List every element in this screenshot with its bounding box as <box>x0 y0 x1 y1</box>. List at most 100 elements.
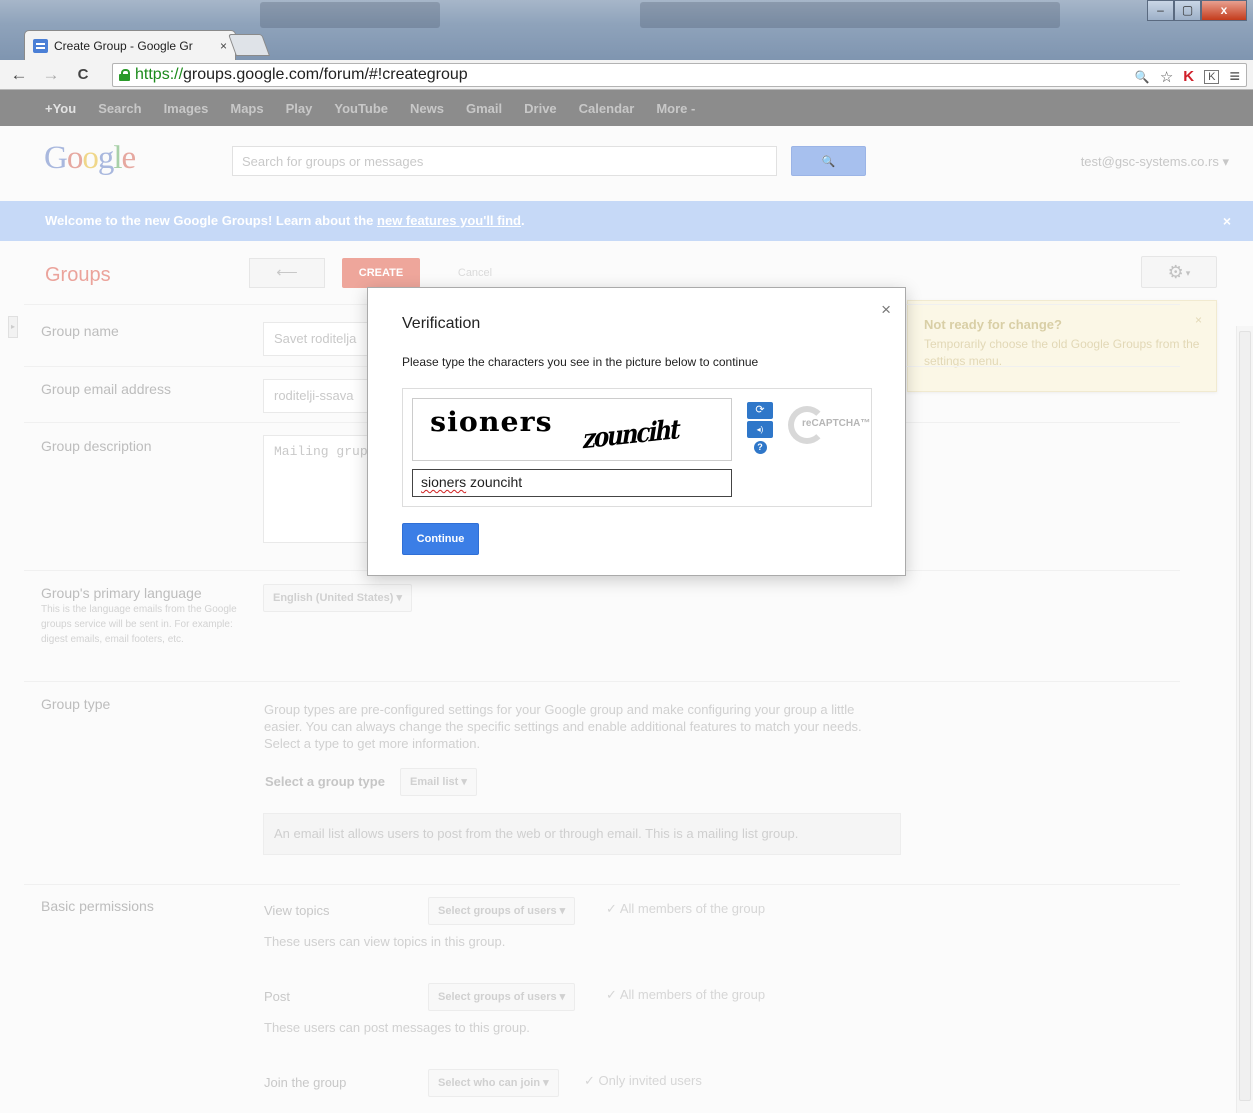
reload-icon[interactable]: C <box>72 66 94 83</box>
page-title[interactable]: Groups <box>45 264 111 287</box>
gear-icon: ⚙ <box>1167 262 1184 282</box>
language-select[interactable]: English (United States) ▾ <box>263 584 412 612</box>
address-bar-actions: 🔍 ☆ K K ≡ <box>1135 66 1240 87</box>
lock-icon <box>119 69 130 81</box>
close-window-button[interactable]: x <box>1201 0 1247 21</box>
gbar-item-drive[interactable]: Drive <box>524 101 557 116</box>
window-controls: – ▢ x <box>1147 0 1247 21</box>
scrollbar-thumb[interactable] <box>1239 331 1251 1101</box>
gbar-item-search[interactable]: Search <box>98 101 141 116</box>
group-name-label: Group name <box>41 323 119 339</box>
view-topics-label: View topics <box>264 903 330 918</box>
google-logo[interactable]: Google <box>44 140 136 177</box>
new-features-link[interactable]: new features you'll find <box>377 213 521 228</box>
post-value: ✓ All members of the group <box>606 987 766 1002</box>
group-description-label: Group description <box>41 438 152 454</box>
new-tab-button[interactable] <box>227 34 271 56</box>
minimize-button[interactable]: – <box>1147 0 1174 21</box>
dialog-close-icon[interactable]: × <box>881 300 891 320</box>
gbar-item-maps[interactable]: Maps <box>230 101 263 116</box>
search-button[interactable]: 🔍 <box>791 146 866 176</box>
maximize-button[interactable]: ▢ <box>1174 0 1201 21</box>
chevron-down-icon: ▾ <box>1185 268 1191 279</box>
group-email-input[interactable]: roditelji-ssava <box>263 379 383 413</box>
captcha-input[interactable]: sioners zounciht <box>412 469 732 497</box>
gbar-item-more[interactable]: More - <box>656 101 695 116</box>
tip-close-icon[interactable]: × <box>1195 313 1202 327</box>
address-bar[interactable]: https://groups.google.com/forum/#!create… <box>112 63 1247 87</box>
cancel-button[interactable]: Cancel <box>440 258 510 288</box>
google-bar: +You Search Images Maps Play YouTube New… <box>0 90 1253 126</box>
welcome-banner: Welcome to the new Google Groups! Learn … <box>0 201 1253 241</box>
captcha-word-1: sioners <box>430 407 553 438</box>
view-topics-value: ✓ All members of the group <box>606 901 766 916</box>
view-topics-select[interactable]: Select groups of users ▾ <box>428 897 576 925</box>
join-group-select[interactable]: Select who can join ▾ <box>428 1069 559 1097</box>
create-button[interactable]: CREATE <box>342 258 420 288</box>
refresh-icon[interactable]: ⟳ <box>747 402 773 419</box>
welcome-text: Welcome to the new Google Groups! Learn … <box>45 213 374 228</box>
window-titlebar: Create Group - Google Gr × – ▢ x <box>0 0 1253 60</box>
post-select[interactable]: Select groups of users ▾ <box>428 983 576 1011</box>
checkmark-icon: ✓ <box>584 1073 595 1088</box>
join-group-label: Join the group <box>264 1075 347 1090</box>
kaspersky-icon[interactable]: K <box>1183 68 1194 85</box>
back-button[interactable]: ⟵ <box>249 258 325 288</box>
gbar-item-youtube[interactable]: YouTube <box>334 101 388 116</box>
titlebar-background <box>260 2 440 28</box>
bookmark-star-icon[interactable]: ☆ <box>1160 68 1173 86</box>
captcha-controls: ⟳ ◂) ? <box>747 402 773 456</box>
recaptcha-label: reCAPTCHA™ <box>802 418 871 429</box>
gbar-item-calendar[interactable]: Calendar <box>579 101 635 116</box>
old-groups-tip: Not ready for change? Temporarily choose… <box>907 300 1217 392</box>
side-expand-arrow-icon[interactable]: ▸ <box>8 316 18 338</box>
tab-title: Create Group - Google Gr <box>54 38 193 53</box>
checkmark-icon: ✓ <box>606 901 617 916</box>
gbar-item-news[interactable]: News <box>410 101 444 116</box>
group-type-label: Group type <box>41 696 111 712</box>
captcha-widget: sioners zounciht ⟳ ◂) ? reCAPTCHA™ sione… <box>402 388 872 507</box>
captcha-image: sioners zounciht <box>412 398 732 461</box>
gbar-item-images[interactable]: Images <box>164 101 209 116</box>
tab-close-icon[interactable]: × <box>220 39 227 53</box>
divider <box>24 681 1180 682</box>
group-type-select[interactable]: Email list ▾ <box>400 768 477 796</box>
search-input[interactable]: Search for groups or messages <box>232 146 777 176</box>
search-icon: 🔍 <box>821 156 836 168</box>
continue-button[interactable]: Continue <box>402 523 479 555</box>
group-type-info: An email list allows users to post from … <box>263 813 901 855</box>
kaspersky-keyboard-icon[interactable]: K <box>1204 69 1220 84</box>
forward-arrow-icon[interactable]: → <box>40 65 62 85</box>
browser-tab[interactable]: Create Group - Google Gr × <box>24 30 236 60</box>
post-label: Post <box>264 989 291 1004</box>
dialog-message: Please type the characters you see in th… <box>402 355 759 369</box>
gbar-item-play[interactable]: Play <box>286 101 313 116</box>
page-content: Google Search for groups or messages 🔍 t… <box>0 126 1253 1113</box>
captcha-word-2: zounciht <box>580 413 682 456</box>
groups-favicon-icon <box>33 38 48 53</box>
group-name-input[interactable]: Savet roditelja <box>263 322 383 356</box>
group-type-description: Group types are pre-configured settings … <box>264 702 862 751</box>
zoom-icon[interactable]: 🔍 <box>1135 70 1150 84</box>
audio-icon[interactable]: ◂) <box>747 421 773 438</box>
basic-permissions-label: Basic permissions <box>41 898 154 914</box>
tip-title: Not ready for change? <box>924 317 1062 332</box>
checkmark-icon: ✓ <box>606 987 617 1002</box>
help-icon[interactable]: ? <box>753 441 767 454</box>
gbar-item-gmail[interactable]: Gmail <box>466 101 502 116</box>
gbar-item-you[interactable]: +You <box>45 101 76 116</box>
recaptcha-logo: reCAPTCHA™ <box>788 406 870 448</box>
verification-dialog: × Verification Please type the character… <box>367 287 906 576</box>
close-icon[interactable]: × <box>1223 201 1231 241</box>
chrome-menu-icon[interactable]: ≡ <box>1229 66 1240 87</box>
dialog-title: Verification <box>402 315 481 332</box>
select-group-type-label: Select a group type <box>265 774 385 789</box>
welcome-trailing: . <box>520 213 525 228</box>
account-menu[interactable]: test@gsc-systems.co.rs ▾ <box>1081 154 1229 170</box>
view-topics-help: These users can view topics in this grou… <box>264 934 506 949</box>
language-label: Group's primary language <box>41 585 202 601</box>
back-arrow-icon[interactable]: ← <box>8 65 30 85</box>
group-description-textarea[interactable]: Mailing grup <box>263 435 383 543</box>
settings-button[interactable]: ⚙ ▾ <box>1141 256 1217 288</box>
join-group-value: ✓ Only invited users <box>584 1073 702 1088</box>
